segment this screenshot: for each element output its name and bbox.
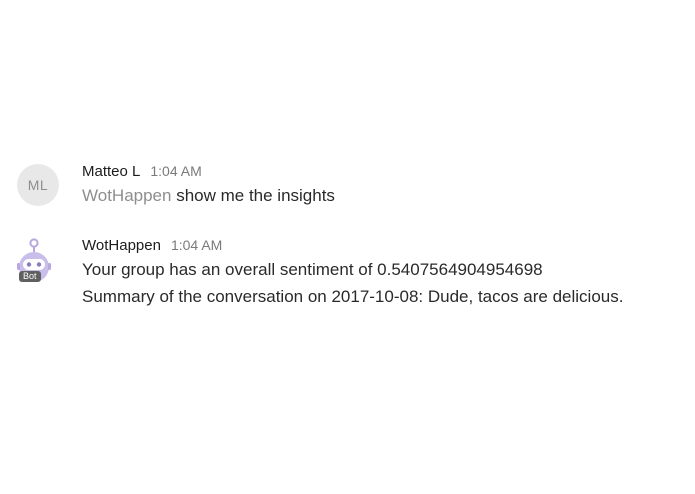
avatar[interactable]: ML: [17, 164, 59, 206]
message-body: Matteo L 1:04 AM WotHappen show me the in…: [82, 160, 685, 209]
sentiment-line: Your group has an overall sentiment of 0…: [82, 260, 543, 279]
message-text: WotHappen show me the insights: [82, 182, 685, 209]
message-header: WotHappen 1:04 AM: [82, 234, 685, 256]
bot-avatar[interactable]: Bot: [14, 238, 54, 284]
bot-mention[interactable]: WotHappen: [82, 186, 171, 205]
message-header: Matteo L 1:04 AM: [82, 160, 685, 182]
summary-line: Summary of the conversation on 2017-10-0…: [82, 287, 624, 306]
chat-window: ML Matteo L 1:04 AM WotHappen show me the…: [0, 0, 695, 494]
bot-badge: Bot: [19, 271, 41, 282]
message-body: WotHappen 1:04 AM Your group has an overa…: [82, 234, 685, 310]
message-timestamp[interactable]: 1:04 AM: [171, 237, 222, 253]
message-timestamp[interactable]: 1:04 AM: [150, 163, 201, 179]
sender-name[interactable]: WotHappen: [82, 237, 161, 254]
message-text-content: show me the insights: [171, 186, 335, 205]
sender-name[interactable]: Matteo L: [82, 163, 140, 180]
